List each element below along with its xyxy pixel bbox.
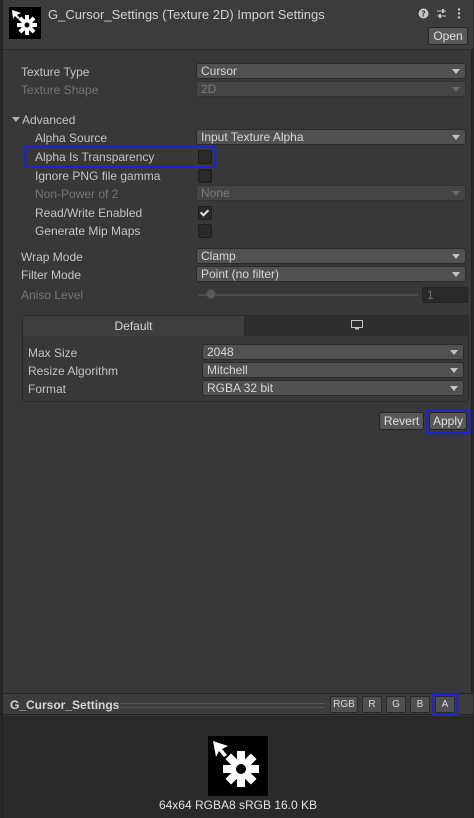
inspector-panel: G_Cursor_Settings (Texture 2D) Import Se… [2, 0, 473, 818]
alpha-source-row: Alpha Source Input Texture Alpha [3, 129, 473, 147]
texture-type-row: Texture Type Cursor [3, 63, 473, 81]
texture-thumbnail [9, 7, 41, 39]
aniso-level-field: 1 [422, 287, 468, 303]
platform-settings-box: Default Max Size 2048 Resize Algorithm M… [22, 315, 469, 402]
foldout-arrow-icon [12, 117, 20, 122]
format-dropdown[interactable]: RGBA 32 bit [202, 380, 464, 396]
channel-g-button[interactable]: G [386, 696, 406, 713]
generate-mip-maps-label: Generate Mip Maps [35, 224, 141, 238]
ignore-png-gamma-row: Ignore PNG file gamma [3, 167, 473, 185]
chevron-down-icon [452, 272, 460, 277]
read-write-checkbox[interactable] [198, 206, 212, 220]
tab-default[interactable]: Default [23, 316, 245, 336]
wrap-mode-value: Clamp [201, 249, 236, 263]
chevron-down-icon [450, 350, 458, 355]
max-size-row: Max Size 2048 [23, 344, 470, 362]
filter-mode-label: Filter Mode [21, 268, 82, 282]
chevron-down-icon [450, 368, 458, 373]
chevron-down-icon [452, 254, 460, 259]
chevron-down-icon [452, 69, 460, 74]
monitor-icon [351, 319, 363, 333]
inspector-header: G_Cursor_Settings (Texture 2D) Import Se… [3, 0, 473, 50]
filter-mode-row: Filter Mode Point (no filter) [3, 266, 473, 284]
aniso-level-label: Aniso Level [21, 288, 84, 302]
texture-type-value: Cursor [201, 64, 238, 78]
preview-area: 64x64 RGBA8 sRGB 16.0 KB [3, 716, 473, 818]
inspector-title: G_Cursor_Settings (Texture 2D) Import Se… [48, 7, 325, 22]
non-power-of-2-dropdown: None [196, 185, 466, 201]
generate-mip-maps-row: Generate Mip Maps [3, 222, 473, 240]
max-size-value: 2048 [207, 345, 234, 359]
max-size-dropdown[interactable]: 2048 [202, 344, 464, 360]
aniso-level-slider-track [198, 294, 418, 296]
help-icon[interactable]: ? [417, 7, 429, 19]
non-power-of-2-row: Non-Power of 2 None [3, 185, 473, 203]
non-power-of-2-value: None [201, 186, 230, 200]
resize-algorithm-dropdown[interactable]: Mitchell [202, 362, 464, 378]
advanced-label: Advanced [22, 113, 76, 127]
filter-mode-dropdown[interactable]: Point (no filter) [196, 266, 466, 282]
preview-title: G_Cursor_Settings [10, 698, 120, 712]
channel-rgb-button[interactable]: RGB [330, 696, 358, 713]
svg-text:?: ? [421, 9, 426, 18]
filter-mode-value: Point (no filter) [201, 267, 280, 281]
preview-header: G_Cursor_Settings RGB R G B A [3, 693, 473, 715]
chevron-down-icon [452, 87, 460, 92]
highlight-box-apply [426, 409, 471, 434]
channel-r-button[interactable]: R [362, 696, 382, 713]
texture-type-label: Texture Type [21, 65, 90, 79]
read-write-row: Read/Write Enabled [3, 204, 473, 222]
revert-button[interactable]: Revert [379, 412, 424, 430]
channel-b-button[interactable]: B [410, 696, 430, 713]
resize-algorithm-row: Resize Algorithm Mitchell [23, 362, 470, 380]
aniso-level-row: Aniso Level 1 [3, 286, 473, 304]
tab-standalone[interactable] [245, 316, 469, 336]
more-icon[interactable] [453, 7, 465, 19]
alpha-source-label: Alpha Source [35, 131, 108, 145]
generate-mip-maps-checkbox[interactable] [198, 224, 212, 238]
texture-shape-label: Texture Shape [21, 83, 99, 97]
texture-shape-row: Texture Shape 2D [3, 81, 473, 99]
resize-algorithm-label: Resize Algorithm [28, 364, 119, 378]
wrap-mode-label: Wrap Mode [21, 250, 83, 264]
alpha-source-value: Input Texture Alpha [201, 130, 304, 144]
format-label: Format [28, 382, 67, 396]
texture-type-dropdown[interactable]: Cursor [196, 63, 466, 79]
read-write-label: Read/Write Enabled [35, 206, 143, 220]
format-row: Format RGBA 32 bit [23, 380, 470, 398]
settings-sliders-icon[interactable] [435, 7, 447, 19]
max-size-label: Max Size [28, 346, 78, 360]
aniso-level-slider-thumb [206, 289, 216, 299]
texture-shape-dropdown: 2D [196, 81, 466, 97]
chevron-down-icon [450, 386, 458, 391]
highlight-box-channel-a [432, 693, 458, 715]
alpha-source-dropdown[interactable]: Input Texture Alpha [196, 129, 466, 145]
wrap-mode-row: Wrap Mode Clamp [3, 248, 473, 266]
resize-algorithm-value: Mitchell [207, 363, 248, 377]
chevron-down-icon [452, 135, 460, 140]
open-button[interactable]: Open [428, 27, 468, 45]
advanced-foldout[interactable]: Advanced [3, 111, 473, 129]
chevron-down-icon [452, 191, 460, 196]
format-value: RGBA 32 bit [207, 381, 274, 395]
checkmark-icon [199, 207, 210, 217]
wrap-mode-dropdown[interactable]: Clamp [196, 248, 466, 264]
highlight-box-alpha-transparency [24, 146, 216, 168]
preview-info: 64x64 RGBA8 sRGB 16.0 KB [158, 798, 318, 812]
ignore-png-gamma-label: Ignore PNG file gamma [35, 169, 161, 183]
texture-shape-value: 2D [201, 82, 217, 96]
ignore-png-gamma-checkbox[interactable] [198, 169, 212, 183]
texture-preview-image [208, 736, 268, 796]
non-power-of-2-label: Non-Power of 2 [35, 187, 119, 201]
resize-grip[interactable] [120, 703, 325, 708]
